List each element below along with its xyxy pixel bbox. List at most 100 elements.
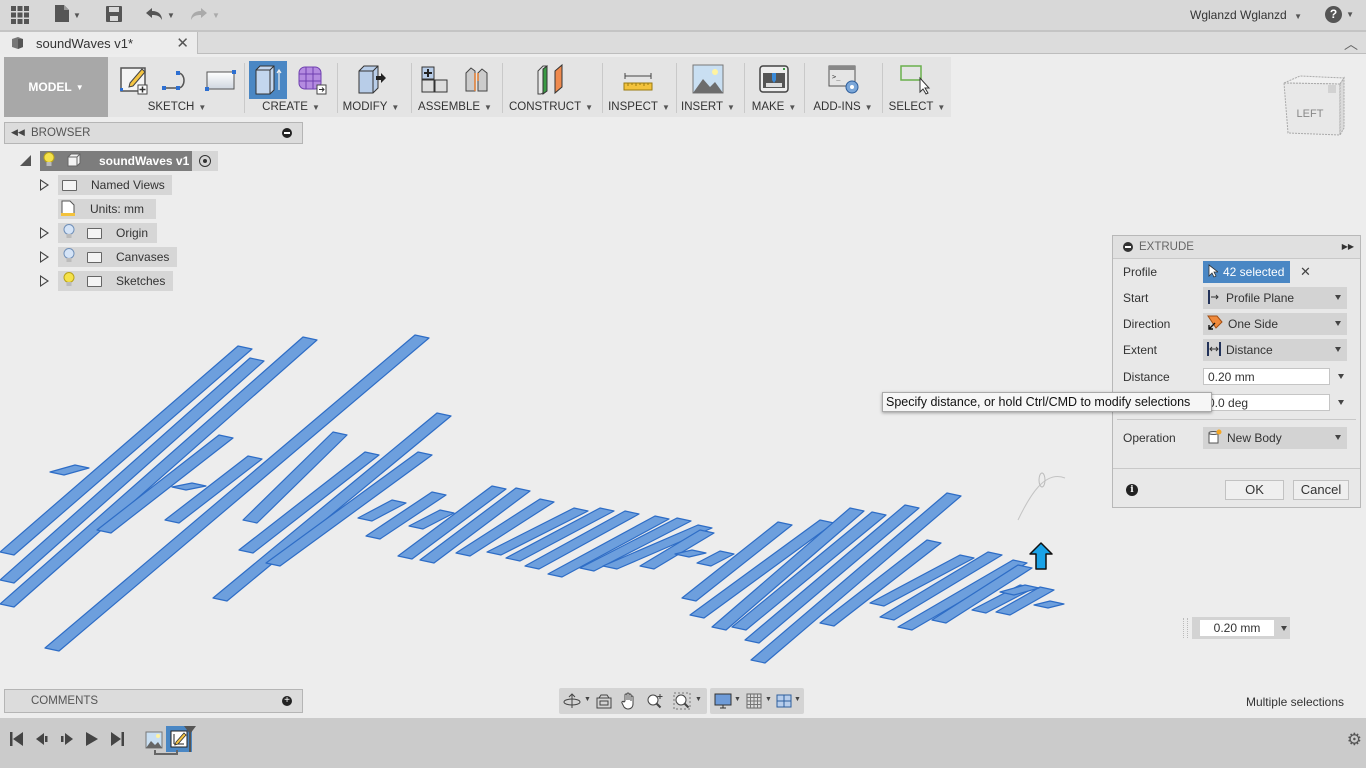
display-settings-icon[interactable] (714, 693, 732, 712)
distance-input[interactable]: 0.20 mm (1203, 368, 1330, 385)
play-icon[interactable] (85, 731, 99, 750)
chevron-down-icon[interactable] (1281, 626, 1287, 631)
viewports-icon[interactable] (776, 693, 792, 712)
pan-hand-icon[interactable] (621, 692, 637, 713)
browser-item-sketches[interactable]: Sketches (58, 271, 173, 291)
scripts-icon[interactable]: >_ (828, 63, 860, 95)
go-to-end-icon[interactable] (110, 731, 124, 750)
collapse-chevron-up-icon[interactable]: ︿ (1344, 34, 1358, 54)
construct-menu[interactable]: CONSTRUCT ▼ (506, 101, 596, 113)
measure-icon[interactable] (622, 63, 654, 95)
chevron-down-icon[interactable]: ▼ (584, 696, 591, 703)
orbit-icon[interactable] (563, 693, 581, 712)
modify-menu[interactable]: MODIFY ▼ (340, 101, 402, 113)
3d-print-icon[interactable] (758, 63, 790, 95)
assemble-menu[interactable]: ASSEMBLE ▼ (414, 101, 496, 113)
offset-plane-icon[interactable] (535, 63, 567, 95)
lightbulb-off-icon[interactable] (63, 248, 75, 266)
document-tab[interactable]: soundWaves v1* ✕ (0, 32, 198, 54)
insert-image-icon[interactable] (692, 63, 724, 95)
extrude-distance-manipulator-arrow[interactable] (1029, 542, 1053, 570)
expand-origin-icon[interactable] (40, 227, 49, 239)
add-comment-icon[interactable]: + (282, 696, 292, 706)
sketch-profile[interactable] (171, 482, 207, 491)
lightbulb-on-icon[interactable] (43, 152, 55, 170)
sketch-menu[interactable]: SKETCH ▼ (112, 101, 242, 113)
lightbulb-on-icon[interactable] (63, 272, 75, 290)
browser-options-icon[interactable] (282, 128, 292, 138)
sketch-profile[interactable] (49, 464, 90, 476)
collapse-browser-icon[interactable]: ◀◀ (11, 127, 25, 138)
start-dropdown[interactable]: Profile Plane (1203, 287, 1347, 309)
apps-grid-icon[interactable] (10, 5, 30, 25)
create-menu[interactable]: CREATE ▼ (248, 101, 334, 113)
distance-floating-input[interactable]: 0.20 mm (1192, 617, 1290, 639)
new-component-icon[interactable] (418, 63, 450, 95)
fit-window-icon[interactable] (673, 692, 691, 713)
taper-angle-input[interactable]: 0.0 deg (1203, 394, 1330, 411)
chevron-down-icon[interactable]: ▼ (794, 696, 801, 703)
go-to-start-icon[interactable] (10, 731, 24, 750)
browser-item-canvases[interactable]: Canvases (58, 247, 177, 267)
collapse-dialog-icon[interactable] (1123, 242, 1133, 252)
view-cube[interactable]: LEFT (1280, 75, 1346, 141)
drag-handle[interactable] (1183, 618, 1188, 638)
help-menu[interactable]: ? ▼ (1325, 6, 1354, 23)
collapse-root-icon[interactable] (20, 155, 31, 166)
extent-dropdown[interactable]: Distance (1203, 339, 1347, 361)
expand-dialog-icon[interactable]: ▶▶ (1342, 242, 1354, 251)
workspace-switcher[interactable]: MODEL ▼ (4, 57, 108, 117)
joint-icon[interactable] (460, 63, 492, 95)
form-icon[interactable] (296, 63, 328, 95)
timeline-settings-gear-icon[interactable]: ⚙ (1347, 730, 1362, 750)
profile-selection-button[interactable]: 42 selected (1203, 261, 1290, 283)
taper-dropdown-arrow[interactable] (1338, 400, 1344, 405)
save-button[interactable] (106, 5, 122, 25)
redo-button[interactable]: ▼ (190, 5, 220, 25)
distance-dropdown-arrow[interactable] (1338, 374, 1344, 379)
inspect-menu[interactable]: INSPECT ▼ (606, 101, 672, 113)
chevron-down-icon[interactable]: ▼ (734, 696, 741, 703)
undo-button[interactable]: ▼ (145, 5, 175, 25)
browser-item-units[interactable]: Units: mm (58, 199, 156, 219)
operation-dropdown[interactable]: New Body (1203, 427, 1347, 449)
info-icon[interactable]: i (1126, 484, 1138, 496)
add-ins-menu[interactable]: ADD-INS ▼ (808, 101, 878, 113)
chevron-down-icon[interactable]: ▼ (695, 696, 702, 703)
select-window-icon[interactable] (900, 63, 932, 95)
expand-canvases-icon[interactable] (40, 251, 49, 263)
timeline-canvas-feature-icon[interactable] (145, 731, 163, 752)
activate-radio-icon[interactable] (199, 155, 211, 167)
expand-named-views-icon[interactable] (40, 179, 49, 191)
look-at-icon[interactable] (596, 693, 612, 712)
expand-sketches-icon[interactable] (40, 275, 49, 287)
make-menu[interactable]: MAKE ▼ (748, 101, 800, 113)
direction-dropdown[interactable]: One Side (1203, 313, 1347, 335)
file-menu-button[interactable]: ▼ (55, 5, 81, 25)
step-back-icon[interactable] (35, 731, 49, 750)
step-forward-icon[interactable] (60, 731, 74, 750)
browser-item-named-views[interactable]: Named Views (58, 175, 172, 195)
rectangle-icon[interactable] (204, 63, 236, 95)
sketch-profile[interactable] (1033, 600, 1065, 609)
browser-item-origin[interactable]: Origin (58, 223, 157, 243)
arc-icon[interactable] (160, 63, 192, 95)
create-sketch-icon[interactable] (118, 63, 150, 95)
browser-root-item[interactable]: soundWaves v1 (40, 151, 218, 171)
insert-menu[interactable]: INSERT ▼ (680, 101, 736, 113)
distance-float-value[interactable]: 0.20 mm (1200, 620, 1274, 636)
lightbulb-off-icon[interactable] (63, 224, 75, 242)
select-menu[interactable]: SELECT ▼ (886, 101, 948, 113)
extrude-dialog-header[interactable]: EXTRUDE ▶▶ (1113, 236, 1360, 259)
extrude-icon[interactable] (252, 64, 284, 96)
ok-button[interactable]: OK (1225, 480, 1284, 500)
chevron-down-icon[interactable]: ▼ (765, 696, 772, 703)
zoom-icon[interactable] (647, 693, 664, 712)
press-pull-icon[interactable] (355, 63, 387, 95)
sketch-profiles[interactable] (0, 334, 1065, 664)
grid-settings-icon[interactable] (746, 693, 762, 712)
close-tab-icon[interactable]: ✕ (176, 34, 189, 52)
sketch-profile[interactable] (0, 357, 265, 584)
clear-selection-icon[interactable]: ✕ (1300, 264, 1311, 280)
cancel-button[interactable]: Cancel (1293, 480, 1349, 500)
